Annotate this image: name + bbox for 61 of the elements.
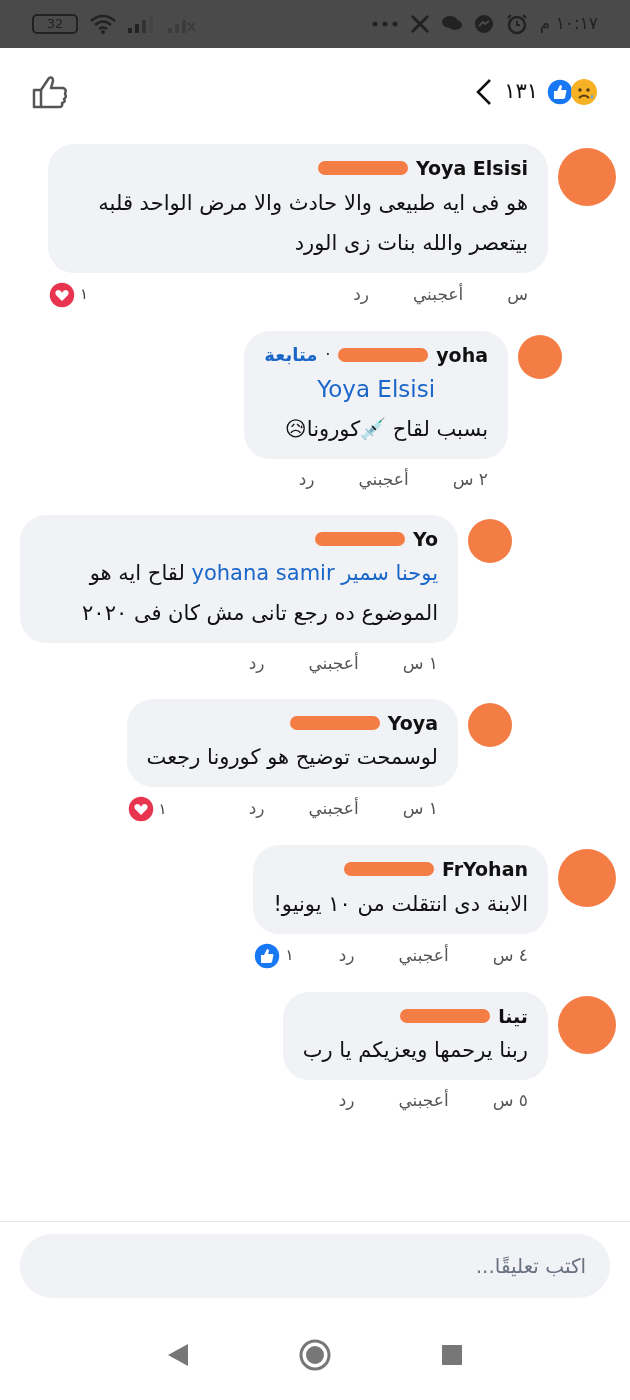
back-nav-icon[interactable] bbox=[167, 1343, 189, 1367]
commenter-name[interactable]: تينا bbox=[498, 1001, 528, 1030]
avatar-placeholder bbox=[518, 334, 562, 379]
reply-link[interactable]: رد bbox=[298, 467, 315, 493]
like-thumb-icon[interactable] bbox=[32, 75, 68, 109]
recents-nav-icon[interactable] bbox=[441, 1344, 463, 1366]
comment-text: الابنة دى انتقلت من ١٠ يونيو! bbox=[273, 890, 528, 918]
comment-timestamp: ٤ س bbox=[492, 943, 528, 967]
like-reaction-icon bbox=[253, 941, 282, 970]
like-reaction-icon bbox=[546, 78, 574, 106]
comment-input-field[interactable]: اكتب تعليقًا... bbox=[20, 1234, 610, 1298]
like-link[interactable]: أعجبني bbox=[358, 467, 409, 493]
reply-link[interactable]: رد bbox=[338, 1088, 355, 1114]
comment-text: لوسمحت توضيح هو كورونا رجعت bbox=[146, 744, 438, 771]
reply-link[interactable]: رد bbox=[338, 942, 355, 969]
commenter-name[interactable]: Yoya bbox=[387, 708, 438, 737]
like-link[interactable]: أعجبني bbox=[398, 1088, 449, 1114]
x-logo-icon bbox=[409, 14, 430, 34]
comment-timestamp: ١ س bbox=[402, 652, 438, 675]
comment-timestamp: ١ س bbox=[402, 797, 438, 821]
mention-link[interactable]: Yoya Elsisi bbox=[317, 369, 436, 409]
avatar-placeholder bbox=[468, 702, 512, 747]
alarm-clock-icon bbox=[505, 13, 528, 35]
reaction-count: ١ bbox=[80, 284, 89, 306]
follow-link[interactable]: متابعة bbox=[264, 341, 318, 369]
like-link[interactable]: أعجبني bbox=[412, 281, 464, 308]
like-link[interactable]: أعجبني bbox=[308, 651, 359, 677]
more-dots-icon bbox=[371, 21, 398, 27]
home-nav-icon[interactable] bbox=[299, 1339, 331, 1371]
comment-timestamp: ٥ س bbox=[492, 1089, 528, 1112]
avatar-placeholder bbox=[558, 148, 616, 206]
commenter-name[interactable]: Yo bbox=[412, 524, 438, 553]
comment-text: ربنا يرحمها ويعزيكم يا رب bbox=[302, 1037, 528, 1064]
commenter-name[interactable]: Yoya Elsisi bbox=[415, 154, 528, 183]
reaction-count: ١٣١ bbox=[504, 78, 538, 106]
comment-timestamp: س bbox=[507, 282, 528, 306]
avatar-placeholder bbox=[558, 995, 616, 1054]
wifi-icon bbox=[90, 14, 116, 34]
commenter-name[interactable]: FrYohan bbox=[441, 855, 528, 884]
comment-text: هو فى ايه طبيعى والا حادث والا مرض الواحد قلبه بيتعصر والله بنات زى الورد bbox=[97, 189, 528, 257]
comment-text: بسبب لقاح 💉كورونا😥 bbox=[284, 416, 488, 443]
comment-timestamp: ٢ س bbox=[452, 468, 488, 491]
heart-reaction-icon bbox=[48, 280, 76, 309]
reply-link[interactable]: رد bbox=[248, 651, 265, 677]
messenger-icon bbox=[473, 14, 494, 34]
reaction-count: ١ bbox=[158, 798, 167, 820]
separator-dot: · bbox=[325, 344, 331, 366]
reaction-count: ١ bbox=[285, 945, 294, 967]
comment-text: يوحنا سمير yohana samir لقاح ايه هو الموضوع ده رجع تانى مش كان فى ٢٠٢٠ bbox=[81, 560, 438, 627]
signal-icon bbox=[128, 15, 156, 33]
avatar-placeholder bbox=[558, 849, 616, 907]
avatar-placeholder bbox=[468, 518, 512, 563]
chat-bubbles-icon bbox=[441, 15, 462, 33]
back-chevron-icon[interactable] bbox=[476, 78, 493, 106]
heart-reaction-icon bbox=[126, 795, 155, 823]
like-link[interactable]: أعجبني bbox=[398, 942, 449, 969]
reply-link[interactable]: رد bbox=[353, 281, 369, 308]
like-link[interactable]: أعجبني bbox=[308, 796, 359, 822]
commenter-name[interactable]: yoha bbox=[436, 340, 488, 369]
reply-link[interactable]: رد bbox=[248, 796, 265, 822]
sad-reaction-icon bbox=[570, 78, 598, 106]
